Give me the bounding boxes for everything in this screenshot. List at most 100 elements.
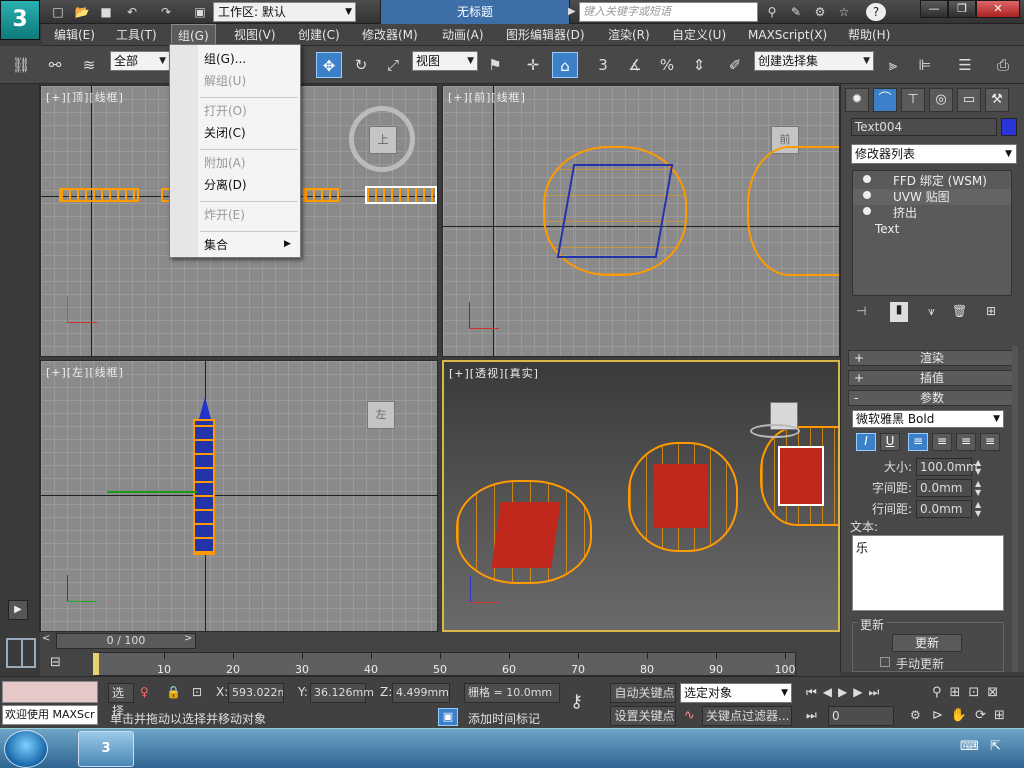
menu-animation[interactable]: 动画(A) [436,24,490,46]
isolate-selection-icon[interactable]: ♀ [140,685,149,699]
z-move-gizmo[interactable] [199,397,211,419]
x-coord-input[interactable]: 593.022mm [228,683,284,703]
align-left-button[interactable]: ≡ [908,433,928,451]
angle-snap-icon[interactable]: ∡ [622,52,648,78]
leading-input[interactable]: 0.0mm [916,500,972,518]
keyboard-shortcut-override-icon[interactable]: ⌂ [552,52,578,78]
menu-modifiers[interactable]: 修改器(M) [356,24,424,46]
leading-spinner[interactable]: ▲ ▼ [975,500,981,518]
help-icon[interactable]: ? [866,3,886,21]
wrench-icon[interactable]: ✎ [786,3,806,21]
stack-item[interactable]: Text [853,221,1011,237]
current-frame-input[interactable]: 0 [828,706,894,726]
viewport-layout-icon[interactable] [0,632,40,676]
create-tab-icon[interactable]: ✹ [845,88,869,112]
snaps-toggle-icon[interactable]: 3 [590,52,616,78]
current-frame-marker[interactable] [93,653,99,675]
viewport-left[interactable]: [+][左][线框] 左 [40,360,438,632]
object-wire[interactable] [747,146,839,276]
timeslider-next-icon[interactable]: > [184,633,196,649]
hierarchy-tab-icon[interactable]: ⊤ [901,88,925,112]
lightbulb-icon[interactable] [863,175,871,183]
selection-filter-dropdown[interactable]: 全部 [110,51,170,71]
stack-item[interactable]: UVW 贴图 [853,189,1011,205]
track-bar[interactable]: 10 20 30 40 50 60 70 80 90 100 [93,652,796,676]
viewcube[interactable]: 左 [367,401,395,429]
app-logo-icon[interactable]: 3 [0,0,40,40]
taskbar-3dsmax-icon[interactable]: 3 [78,731,134,767]
menu-item-assembly[interactable]: 集合 [204,235,228,255]
keyboard-icon[interactable]: ⌨ [960,739,979,754]
y-coord-input[interactable]: 36.126mm [310,683,374,703]
align-icon[interactable]: ⊫ [912,52,938,78]
viewcube[interactable]: 上 [369,126,397,154]
maxscript-listener-mini[interactable] [2,681,98,703]
underline-button[interactable]: U [880,433,900,451]
menu-views[interactable]: 视图(V) [228,24,282,46]
time-slider[interactable]: 0 / 100 [56,633,196,649]
named-selection-dropdown[interactable]: 创建选择集 [754,51,874,71]
restore-button[interactable]: ❐ [948,0,976,18]
align-right-button[interactable]: ≡ [956,433,976,451]
text-solid-object[interactable] [491,502,561,568]
rollout-parameters[interactable]: - 参数 [848,390,1016,406]
menu-edit[interactable]: 编辑(E) [48,24,101,46]
selected-object-wire[interactable] [365,186,437,204]
selection-lock-icon[interactable]: 🔒 [166,685,181,699]
command-panel-scrollbar[interactable] [1012,346,1018,672]
mirror-icon[interactable]: ⫸ [880,52,906,78]
menu-customize[interactable]: 自定义(U) [666,24,732,46]
select-manipulate-icon[interactable]: ✛ [520,52,546,78]
remove-modifier-icon[interactable]: 🗑 [952,304,967,318]
object-wire[interactable] [303,188,339,202]
text-input[interactable]: 乐 [852,535,1004,611]
display-tab-icon[interactable]: ▭ [957,88,981,112]
object-wire[interactable] [193,419,215,555]
key-icon[interactable]: ⚷ [570,691,583,712]
configure-modifier-sets-icon[interactable]: ⊞ [986,304,996,318]
menu-item-group[interactable]: 组(G)... [204,49,246,69]
key-filters-button[interactable]: 关键点过滤器... [702,706,792,726]
align-center-button[interactable]: ≡ [932,433,952,451]
viewport-label[interactable]: [+][前][线框] [448,89,526,105]
project-folder-icon[interactable]: ▣ [190,3,210,21]
start-button[interactable] [4,730,48,768]
justify-button[interactable]: ≡ [980,433,1000,451]
lightbulb-icon[interactable] [863,191,871,199]
favorites-star-icon[interactable]: ☆ [834,3,854,21]
menu-rendering[interactable]: 渲染(R) [602,24,656,46]
object-name-field[interactable]: Text004 [851,118,997,136]
object-wire[interactable] [59,188,139,202]
render-setup-icon[interactable]: ⎙ [990,52,1016,78]
viewport-nav-bottom[interactable]: ⊳✋⟳⊞ [932,708,1013,723]
viewport-label[interactable]: [+][顶][线框] [46,89,124,105]
modifier-list-dropdown[interactable]: 修改器列表 ▼ [851,144,1017,164]
binoculars-icon[interactable]: ⚲ [762,3,782,21]
size-input[interactable]: 100.0mm [916,458,978,476]
key-mode-dropdown[interactable]: 选定对象 ▼ [680,683,792,703]
bind-spacewarp-icon[interactable]: ≋ [76,52,102,78]
new-file-icon[interactable]: □ [48,3,68,21]
time-config-icon[interactable]: ⚙ [910,708,921,722]
italic-button[interactable]: I [856,433,876,451]
scale-icon[interactable]: ⤢ [380,52,406,78]
y-move-gizmo[interactable] [107,491,197,493]
text-solid-object[interactable] [778,446,824,506]
pin-stack-icon[interactable]: ⊣ [856,304,866,318]
maxscript-prompt[interactable]: 欢迎使用 MAXScr [2,705,98,725]
viewport-nav-top[interactable]: ⚲⊞⊡⊠ [932,685,1006,700]
stack-item[interactable]: FFD 绑定 (WSM) [853,173,1011,189]
playback-controls[interactable]: ⏮◀▶▶⏭ [806,685,885,700]
menu-help[interactable]: 帮助(H) [842,24,896,46]
reference-coordinate-dropdown[interactable]: 视图 [412,51,478,71]
modify-tab-icon[interactable]: ⌒ [873,88,897,112]
size-spinner[interactable]: ▲ ▼ [975,458,981,476]
text-shape-wire[interactable] [556,164,674,258]
expand-arrow-icon[interactable]: ▶ [8,600,28,620]
search-arrow-icon[interactable]: ▶ [568,6,576,17]
pivot-center-icon[interactable]: ⚑ [482,52,508,78]
keyword-search-input[interactable]: 键入关键字或短语 [579,2,758,22]
kerning-input[interactable]: 0.0mm [916,479,972,497]
update-button[interactable]: 更新 [892,634,962,652]
workspace-dropdown[interactable]: 工作区: 默认 ▼ [213,2,356,22]
